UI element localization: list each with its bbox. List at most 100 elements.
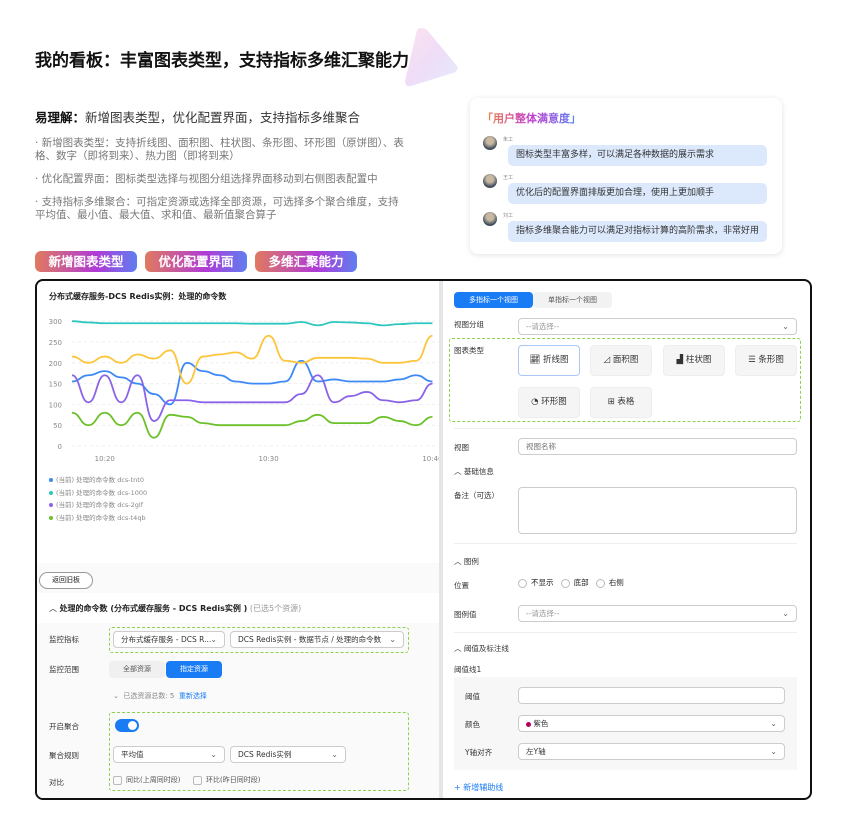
color-swatch: [526, 721, 531, 727]
series-line: [71, 320, 433, 327]
legend-dot: [49, 515, 53, 520]
y-tick-label: 100: [49, 401, 62, 409]
remark-label: 备注（可选）: [454, 491, 499, 500]
threshold-input[interactable]: [518, 687, 785, 704]
remark-textarea[interactable]: [518, 487, 797, 534]
select-placeholder: --请选择--: [526, 322, 560, 331]
selected-resources: ⌄ 已选资源总数: 5 重新选择: [113, 691, 207, 701]
avatar: [483, 136, 497, 150]
play-triangle-decoration: [405, 28, 458, 87]
feedback-title: 「用户整体满意度」: [482, 112, 581, 125]
metric-section-header[interactable]: ︿ 处理的命令数 (分布式缓存服务 - DCS Redis实例 ) (已选5个资…: [49, 603, 301, 614]
aggregation-label: 开启聚合: [49, 722, 79, 731]
chevron-down-icon: ⌄: [331, 750, 338, 759]
legend-label: (当前) 处理的命令数 dcs-1000: [56, 488, 148, 497]
bullet-chart-types: · 新增图表类型：支持折线图、面积图、柱状图、条形图、环形图（原饼图）、表格、数…: [35, 137, 404, 162]
metric-service-select[interactable]: 分布式缓存服务 - DCS R... ⌄: [113, 631, 225, 648]
group-select[interactable]: --请选择-- ⌄: [518, 318, 797, 335]
radio-bottom[interactable]: 底部: [560, 578, 589, 588]
tab-multi-metric[interactable]: 多指标一个视图: [454, 292, 533, 308]
chart-type-area[interactable]: ◿ 面积图: [590, 345, 652, 376]
section-label: 图例: [463, 557, 479, 566]
chart-type-bar[interactable]: ☰ 条形图: [735, 345, 797, 376]
metric-label: 监控指标: [49, 635, 79, 644]
chevron-up-icon: ︿: [49, 604, 57, 613]
compare-mom-checkbox[interactable]: 环比(昨日同时段): [193, 775, 260, 785]
legend-value-select[interactable]: --请选择-- ⌄: [518, 605, 797, 622]
rule-operator-select[interactable]: 平均值 ⌄: [113, 746, 225, 763]
chevron-down-icon: ⌄: [770, 719, 777, 728]
metric-name-select[interactable]: DCS Redis实例 - 数据节点 / 处理的命令数 ⌄: [230, 631, 404, 648]
x-tick-label: 10:20: [95, 455, 115, 463]
select-placeholder: --请选择--: [526, 609, 560, 618]
section-count: (已选5个资源): [249, 604, 302, 613]
section-title: 处理的命令数 (分布式缓存服务 - DCS Redis实例 ): [59, 604, 248, 613]
chart-type-label: 图表类型: [454, 346, 484, 355]
table-icon: ⊞: [607, 397, 615, 407]
legend-item[interactable]: (当前) 处理的命令数 dcs-1000: [49, 487, 147, 500]
reselect-link[interactable]: 重新选择: [179, 692, 207, 700]
chart-type-label: 折线图: [542, 355, 569, 365]
chart-type-label: 环形图: [541, 397, 567, 407]
subtitle-bold: 易理解：: [35, 110, 86, 125]
tab-single-metric[interactable]: 单指标一个视图: [533, 292, 612, 308]
dashboard-screenshot: 分布式缓存服务-DCS Redis实例：处理的命令数 0 50 100 150 200 2…: [35, 279, 812, 800]
selected-count: 已选资源总数: 5: [123, 692, 175, 700]
user-name: 刘工: [503, 213, 514, 219]
color-select[interactable]: 紫色 ⌄: [518, 715, 785, 732]
avatar: [483, 212, 497, 226]
compare-label: 对比: [49, 778, 64, 787]
chart-type-donut[interactable]: ◔ 环形图: [518, 387, 580, 418]
radio-hide[interactable]: 不显示: [518, 578, 554, 588]
radio-right[interactable]: 右侧: [595, 578, 624, 588]
panel-divider: [439, 281, 443, 798]
scope-all-button[interactable]: 全部资源: [109, 661, 165, 678]
select-value: DCS Redis实例 - 数据节点 / 处理的命令数: [238, 635, 382, 644]
page-title: 我的看板：丰富图表类型，支持指标多维汇聚能力: [35, 51, 409, 71]
scope-specified-button[interactable]: 指定资源: [166, 661, 222, 678]
feedback-bubble: 优化后的配置界面排版更加合理，使用上更加顺手: [508, 183, 767, 204]
radio-label: 底部: [573, 578, 589, 587]
bullet-config-ui: · 优化配置界面：图标类型选择与视图分组选择界面移动到右侧图表配置中: [35, 173, 378, 185]
select-value: DCS Redis实例: [238, 750, 292, 759]
position-radio-group: 不显示 底部 右侧: [518, 577, 624, 588]
select-value: 紫色: [533, 719, 549, 728]
avatar: [483, 174, 497, 188]
legend-item[interactable]: (当前) 处理的命令数 dcs-2glf: [49, 499, 147, 512]
legend-item[interactable]: (当前) 处理的命令数 dcs-tnt0: [49, 474, 147, 487]
chevron-up-icon: ︿: [454, 467, 462, 476]
rule-dimension-select[interactable]: DCS Redis实例 ⌄: [230, 746, 346, 763]
legend-dot: [49, 478, 53, 482]
chart-type-label: 表格: [617, 397, 635, 407]
basic-info-section[interactable]: ︿ 基础信息: [454, 466, 494, 477]
checkbox-label: 环比(昨日同时段): [206, 776, 261, 784]
view-name-input[interactable]: [518, 438, 797, 455]
chevron-up-icon: ︿: [454, 557, 462, 566]
chevron-down-icon: ⌄: [782, 609, 789, 618]
tag-optimized-config: 优化配置界面: [145, 251, 247, 272]
threshold-line-title: 阈值线1: [454, 665, 482, 674]
radio-label: 不显示: [531, 578, 554, 587]
compare-yoy-checkbox[interactable]: 同比(上周同时段): [113, 775, 180, 785]
select-value: 左Y轴: [526, 747, 546, 756]
chart-legend: (当前) 处理的命令数 dcs-tnt0 (当前) 处理的命令数 dcs-1000…: [49, 474, 147, 524]
back-to-old-button[interactable]: 返回旧板: [39, 572, 93, 589]
chart-type-line[interactable]: 📈︎ 折线图: [518, 345, 580, 376]
legend-section[interactable]: ︿ 图例: [454, 556, 479, 567]
legend-item[interactable]: (当前) 处理的命令数 dcs-t4qb: [49, 512, 147, 525]
tag-new-chart-types: 新增图表类型: [35, 251, 137, 272]
legend-label: (当前) 处理的命令数 dcs-2glf: [56, 501, 143, 509]
view-label: 视图: [454, 443, 469, 452]
threshold-section[interactable]: ︿ 阈值及标注线: [454, 643, 509, 654]
y-tick-label: 150: [49, 381, 62, 389]
chart-type-column[interactable]: ▟ 柱状图: [663, 345, 725, 376]
feedback-bubble: 指标多维聚合能力可以满足对指标计算的高阶需求，非常好用: [508, 221, 767, 242]
chart-type-table[interactable]: ⊞ 表格: [590, 387, 652, 418]
yaxis-select[interactable]: 左Y轴 ⌄: [518, 743, 785, 760]
radio-label: 右侧: [608, 578, 624, 587]
add-line-button[interactable]: + 新增辅助线: [454, 782, 503, 793]
y-tick-label: 50: [53, 422, 62, 430]
aggregation-toggle[interactable]: [115, 719, 139, 732]
y-tick-label: 200: [49, 360, 62, 368]
y-tick-label: 250: [49, 339, 62, 347]
